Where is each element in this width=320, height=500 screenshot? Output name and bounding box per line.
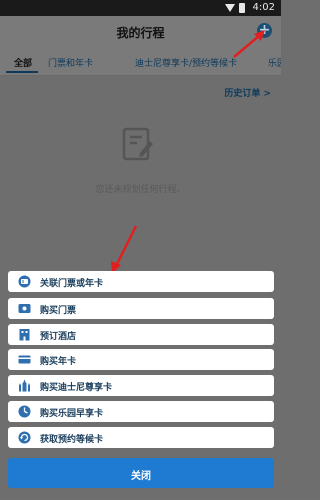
- ticket-link-icon: [18, 275, 31, 288]
- tab-premier-access[interactable]: 迪士尼尊享卡/预约等候卡: [135, 56, 237, 69]
- menu-item-buy-annual-card[interactable]: 购买年卡: [8, 349, 274, 370]
- tab-all[interactable]: 全部: [14, 56, 32, 69]
- status-time: 4:02: [252, 2, 275, 13]
- hotel-icon: [19, 329, 30, 341]
- menu-item-get-return-time[interactable]: 获取预约等候卡: [8, 427, 274, 448]
- active-tab-indicator: [6, 71, 38, 73]
- close-button[interactable]: 关闭: [8, 458, 274, 488]
- status-bar: 4:02: [0, 0, 281, 16]
- menu-item-label: 获取预约等候卡: [40, 435, 104, 445]
- early-access-icon: [18, 405, 31, 418]
- tab-tickets-annual[interactable]: 门票和年卡: [48, 56, 93, 69]
- menu-item-label: 购买门票: [40, 306, 77, 316]
- menu-item-label: 购买年卡: [40, 357, 77, 367]
- battery-icon: [239, 3, 245, 13]
- menu-item-book-hotel[interactable]: 预订酒店: [8, 324, 274, 345]
- edit-document-icon: [122, 127, 153, 161]
- menu-item-label: 购买乐园早享卡: [40, 409, 104, 419]
- history-orders-link[interactable]: 历史订单 >: [224, 86, 271, 99]
- wifi-icon: [225, 4, 235, 12]
- ticket-icon: [18, 304, 31, 313]
- menu-item-label: 购买迪士尼尊享卡: [40, 383, 113, 393]
- return-time-icon: [18, 431, 31, 444]
- menu-item-label: 预订酒店: [40, 332, 77, 342]
- menu-item-buy-early-access[interactable]: 购买乐园早享卡: [8, 401, 274, 422]
- annual-card-icon: [18, 355, 31, 364]
- annotation-arrow-top: [233, 30, 265, 58]
- menu-item-buy-premier-access[interactable]: 购买迪士尼尊享卡: [8, 375, 274, 396]
- empty-state-message: 您还未规划任何行程。: [95, 185, 186, 195]
- close-button-label: 关闭: [131, 471, 151, 482]
- castle-icon: [19, 379, 30, 392]
- menu-item-label: 关联门票或年卡: [40, 279, 104, 289]
- menu-item-buy-ticket[interactable]: 购买门票: [8, 298, 274, 319]
- annotation-arrow-middle: [111, 225, 138, 274]
- menu-item-link-ticket[interactable]: 关联门票或年卡: [8, 271, 274, 292]
